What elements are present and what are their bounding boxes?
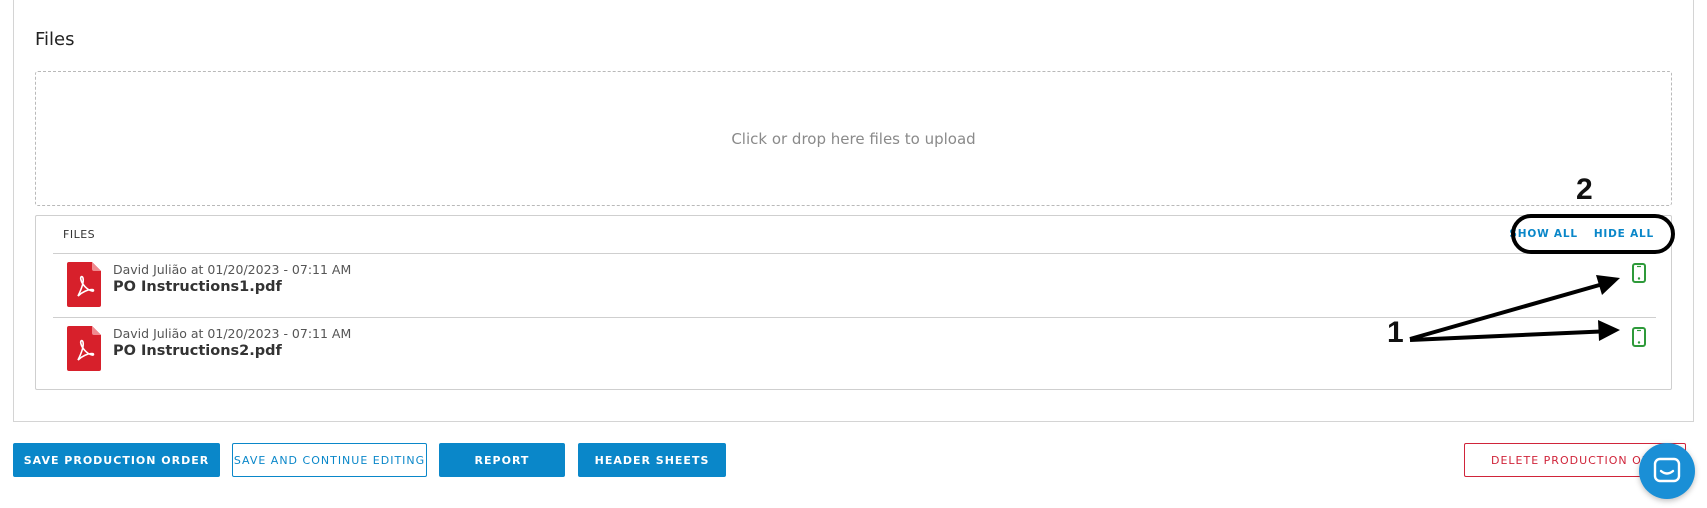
file-uploader-meta: David Julião at 01/20/2023 - 07:11 AM: [113, 262, 352, 277]
files-header-label: FILES: [63, 228, 96, 241]
file-dropzone[interactable]: Click or drop here files to upload: [35, 71, 1672, 206]
file-row: David Julião at 01/20/2023 - 07:11 AM PO…: [36, 318, 1671, 382]
pdf-icon[interactable]: [67, 326, 101, 371]
chat-icon: [1653, 457, 1681, 483]
header-sheets-button[interactable]: HEADER SHEETS: [578, 443, 726, 477]
mobile-phone-icon[interactable]: [1632, 327, 1646, 347]
file-name-link[interactable]: PO Instructions2.pdf: [113, 343, 282, 359]
annotation-number-1: 1: [1387, 316, 1404, 349]
files-panel: FILES SHOW ALL HIDE ALL David Julião at …: [35, 215, 1672, 390]
dropzone-text: Click or drop here files to upload: [731, 129, 976, 148]
section-title: Files: [35, 29, 75, 50]
save-and-continue-button[interactable]: SAVE AND CONTINUE EDITING: [232, 443, 427, 477]
files-header: FILES SHOW ALL HIDE ALL: [36, 216, 1671, 253]
mobile-phone-icon[interactable]: [1632, 263, 1646, 283]
pdf-icon[interactable]: [67, 262, 101, 307]
annotation-oval: [1511, 214, 1675, 254]
annotation-number-2: 2: [1576, 173, 1593, 206]
file-uploader-meta: David Julião at 01/20/2023 - 07:11 AM: [113, 326, 352, 341]
save-production-order-button[interactable]: SAVE PRODUCTION ORDER: [13, 443, 220, 477]
file-name-link[interactable]: PO Instructions1.pdf: [113, 279, 282, 295]
file-row: David Julião at 01/20/2023 - 07:11 AM PO…: [36, 254, 1671, 318]
chat-launcher-button[interactable]: [1639, 443, 1695, 499]
report-button[interactable]: REPORT: [439, 443, 565, 477]
